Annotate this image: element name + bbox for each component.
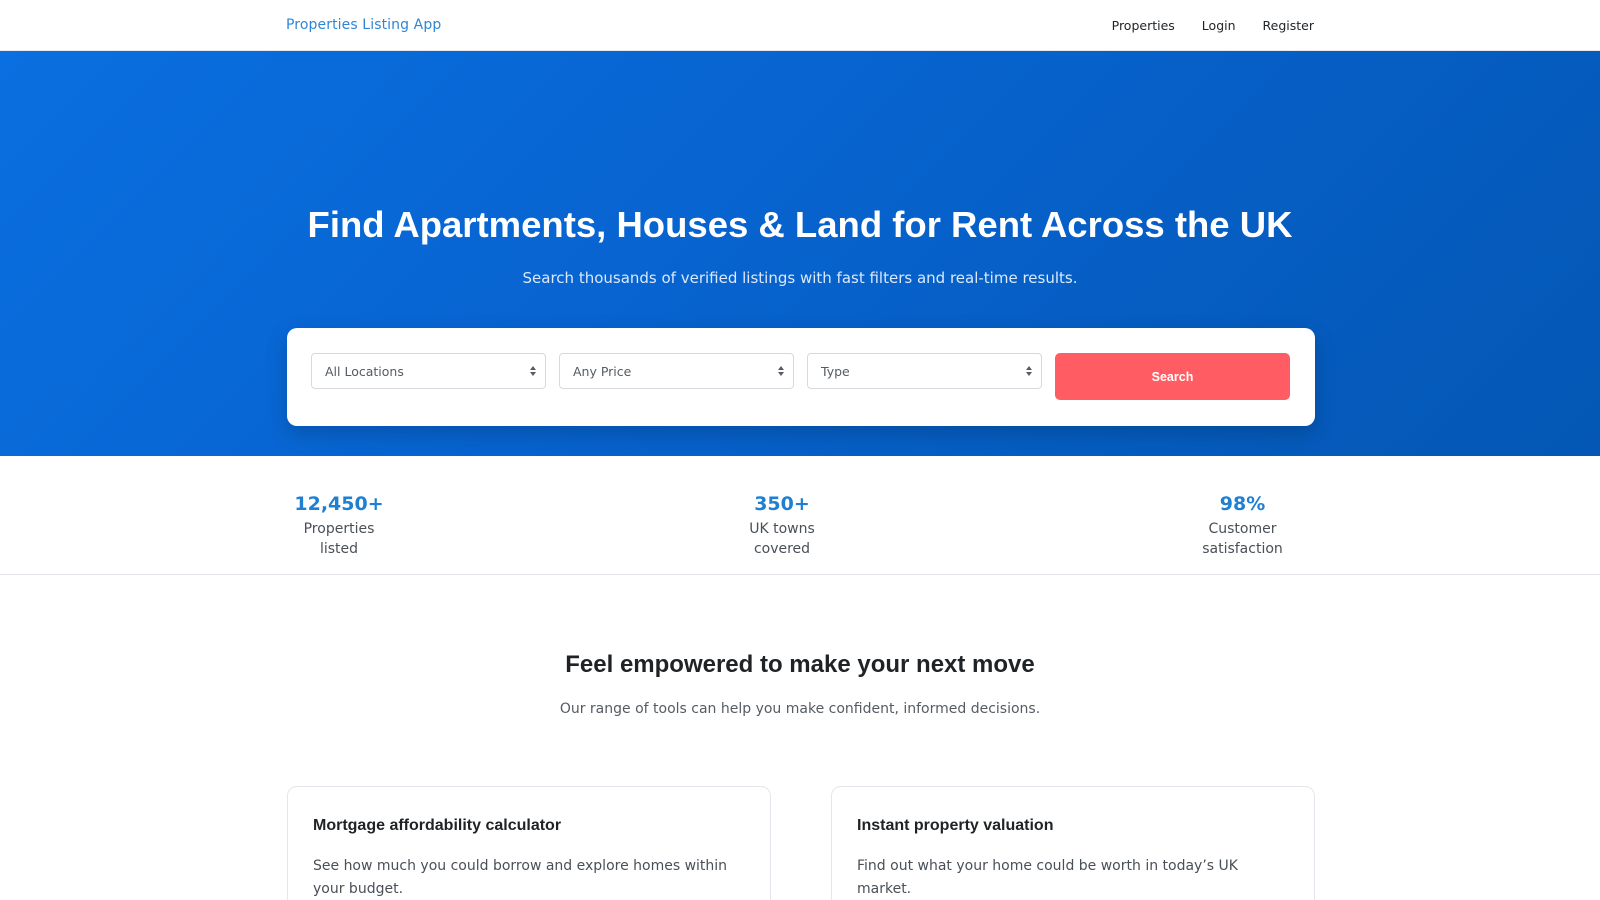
type-select[interactable]: Type (807, 353, 1042, 389)
stats-section: 12,450+ Properties listed 350+ UK towns … (0, 456, 1600, 575)
stat-satisfaction: 98% Customer satisfaction (1171, 492, 1314, 559)
nav-link-register[interactable]: Register (1263, 18, 1314, 33)
nav-link-login[interactable]: Login (1202, 18, 1236, 33)
stat-value: 98% (1219, 493, 1266, 515)
location-select[interactable]: All Locations (311, 353, 546, 389)
hero-subtitle: Search thousands of verified listings wi… (522, 269, 1078, 287)
tool-card-title: Mortgage affordability calculator (313, 817, 562, 834)
stat-label: UK towns covered (749, 521, 815, 557)
type-select-value: Type (821, 363, 850, 379)
nav-links: Properties Login Register (1112, 18, 1314, 33)
location-select-value: All Locations (325, 363, 404, 379)
stat-value: 12,450+ (294, 493, 384, 515)
stat-towns: 350+ UK towns covered (722, 492, 842, 559)
hero-section: Find Apartments, Houses & Land for Rent … (0, 51, 1600, 456)
stat-value: 350+ (754, 493, 810, 515)
tool-card-text: See how much you could borrow and explor… (313, 858, 728, 897)
tools-section: Feel empowered to make your next move Ou… (0, 575, 1600, 900)
stat-label: Customer satisfaction (1202, 521, 1283, 557)
navbar: Properties Listing App Properties Login … (0, 0, 1600, 51)
price-select-value: Any Price (573, 363, 632, 379)
tool-card-mortgage[interactable]: Mortgage affordability calculator See ho… (287, 786, 771, 900)
search-card: All Locations Any Price Type Search (287, 328, 1315, 426)
select-arrows-icon (1026, 366, 1032, 376)
select-arrows-icon (778, 366, 784, 376)
nav-link-properties[interactable]: Properties (1112, 18, 1175, 33)
tools-subtitle: Our range of tools can help you make con… (559, 701, 1041, 717)
search-button[interactable]: Search (1055, 353, 1290, 400)
select-arrows-icon (530, 366, 536, 376)
price-select[interactable]: Any Price (559, 353, 794, 389)
stat-label: Properties listed (303, 521, 375, 557)
hero-title: Find Apartments, Houses & Land for Rent … (307, 204, 1293, 245)
stat-properties: 12,450+ Properties listed (286, 492, 392, 559)
tool-card-valuation[interactable]: Instant property valuation Find out what… (831, 786, 1315, 900)
tool-card-title: Instant property valuation (857, 817, 1054, 834)
tool-card-text: Find out what your home could be worth i… (857, 858, 1238, 897)
brand-link[interactable]: Properties Listing App (286, 17, 441, 33)
tools-title: Feel empowered to make your next move (565, 651, 1035, 678)
